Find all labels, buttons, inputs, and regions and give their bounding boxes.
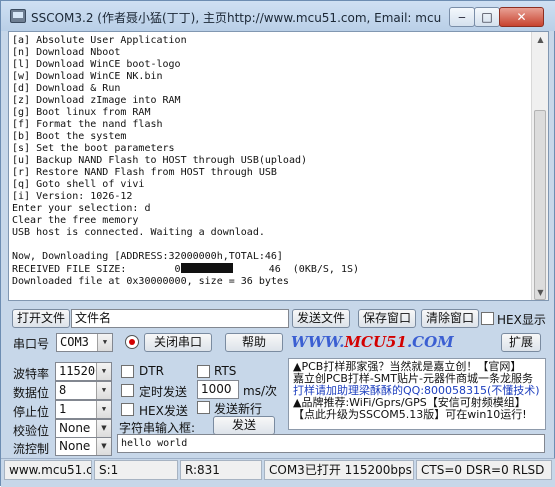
dtr-label: DTR bbox=[139, 364, 164, 378]
hex-display-label: HEX显示 bbox=[497, 313, 546, 327]
send-input[interactable]: hello world bbox=[117, 434, 545, 453]
parity-select[interactable]: None ▼ bbox=[55, 419, 112, 438]
website-link-prefix: WWW. bbox=[291, 333, 345, 351]
website-link[interactable]: WWW.MCU51.COM bbox=[291, 333, 454, 351]
minimize-button[interactable]: ‒ bbox=[449, 7, 475, 27]
dropdown-arrow-icon: ▼ bbox=[96, 420, 111, 437]
timed-send-checkbox[interactable] bbox=[121, 384, 134, 397]
receive-terminal[interactable]: [a] Absolute User Application [n] Downlo… bbox=[8, 31, 549, 301]
rts-label: RTS bbox=[214, 364, 237, 378]
send-button[interactable]: 发送 bbox=[213, 416, 275, 435]
hex-send-label: HEX发送 bbox=[139, 404, 188, 418]
file-name-field[interactable]: 文件名 bbox=[71, 309, 289, 328]
send-newline-label: 发送新行 bbox=[214, 402, 263, 416]
hex-send-checkbox[interactable] bbox=[121, 403, 134, 416]
dtr-checkbox[interactable] bbox=[121, 365, 134, 378]
status-bar: www.mcu51.cor S:1 R:831 COM3已打开 115200bp… bbox=[1, 458, 555, 487]
close-button[interactable]: ✕ bbox=[499, 7, 544, 27]
scroll-thumb[interactable] bbox=[534, 110, 546, 300]
flow-label: 流控制 bbox=[13, 442, 50, 456]
scroll-down-arrow-icon[interactable]: ▼ bbox=[533, 285, 548, 300]
terminal-scrollbar[interactable]: ▲ ▼ bbox=[531, 32, 548, 300]
open-file-button[interactable]: 打开文件 bbox=[12, 309, 70, 328]
parity-value: None bbox=[59, 421, 91, 435]
port-status-icon bbox=[125, 335, 139, 349]
app-icon bbox=[10, 9, 26, 23]
help-button[interactable]: 帮助 bbox=[225, 333, 283, 352]
port-label: 串口号 bbox=[13, 337, 50, 351]
dropdown-arrow-icon: ▼ bbox=[96, 363, 111, 380]
status-port-state: COM3已打开 115200bps bbox=[264, 460, 414, 480]
window-title: SSCOM3.2 (作者聂小猛(丁丁), 主页http://www.mcu51.… bbox=[31, 11, 441, 25]
status-sent-count: S:1 bbox=[94, 460, 178, 480]
website-link-suffix: .COM bbox=[406, 333, 454, 351]
status-received-count: R:831 bbox=[180, 460, 262, 480]
rts-checkbox[interactable] bbox=[197, 365, 210, 378]
stopbits-label: 停止位 bbox=[13, 405, 50, 419]
stopbits-select[interactable]: 1 ▼ bbox=[55, 400, 112, 419]
stopbits-value: 1 bbox=[59, 402, 67, 416]
title-bar[interactable]: SSCOM3.2 (作者聂小猛(丁丁), 主页http://www.mcu51.… bbox=[1, 1, 555, 31]
parity-label: 校验位 bbox=[13, 424, 50, 438]
ad-line-5: 【点此升级为SSCOM5.13版】可在win10运行! bbox=[293, 408, 527, 421]
expand-button[interactable]: 扩展 bbox=[501, 333, 541, 352]
port-select[interactable]: COM3 ▼ bbox=[56, 333, 113, 352]
terminal-output: [a] Absolute User Application [n] Downlo… bbox=[12, 35, 530, 297]
port-value: COM3 bbox=[60, 335, 89, 349]
interval-field[interactable]: 1000 bbox=[197, 380, 239, 399]
dropdown-arrow-icon: ▼ bbox=[96, 382, 111, 399]
ad-panel[interactable]: ▲PCB打样那家强？当然就是嘉立创！【官网】 嘉立创PCB打样-SMT贴片-元器… bbox=[288, 358, 546, 430]
save-window-button[interactable]: 保存窗口 bbox=[358, 309, 416, 328]
status-signals: CTS=0 DSR=0 RLSD bbox=[416, 460, 552, 480]
maximize-button[interactable]: □ bbox=[474, 7, 500, 27]
send-newline-checkbox[interactable] bbox=[197, 401, 210, 414]
scroll-up-arrow-icon[interactable]: ▲ bbox=[533, 32, 548, 47]
status-site: www.mcu51.cor bbox=[4, 460, 92, 480]
dropdown-arrow-icon: ▼ bbox=[96, 401, 111, 418]
progress-blocks bbox=[180, 263, 233, 273]
close-port-button[interactable]: 关闭串口 bbox=[144, 333, 212, 352]
website-link-brand: MCU51 bbox=[344, 333, 407, 351]
baud-select[interactable]: 115200 ▼ bbox=[55, 362, 112, 381]
databits-select[interactable]: 8 ▼ bbox=[55, 381, 112, 400]
databits-label: 数据位 bbox=[13, 386, 50, 400]
dropdown-arrow-icon: ▼ bbox=[97, 334, 112, 351]
terminal-text-main: [a] Absolute User Application [n] Downlo… bbox=[12, 35, 308, 275]
interval-unit: ms/次 bbox=[243, 384, 277, 398]
dropdown-arrow-icon: ▼ bbox=[96, 438, 111, 455]
flow-select[interactable]: None ▼ bbox=[55, 437, 112, 456]
send-file-button[interactable]: 发送文件 bbox=[292, 309, 350, 328]
hex-display-checkbox[interactable] bbox=[481, 312, 494, 325]
clear-window-button[interactable]: 清除窗口 bbox=[421, 309, 479, 328]
baud-label: 波特率 bbox=[13, 367, 50, 381]
app-window: SSCOM3.2 (作者聂小猛(丁丁), 主页http://www.mcu51.… bbox=[0, 0, 555, 487]
databits-value: 8 bbox=[59, 383, 67, 397]
timed-send-label: 定时发送 bbox=[139, 385, 188, 399]
flow-value: None bbox=[59, 439, 91, 453]
